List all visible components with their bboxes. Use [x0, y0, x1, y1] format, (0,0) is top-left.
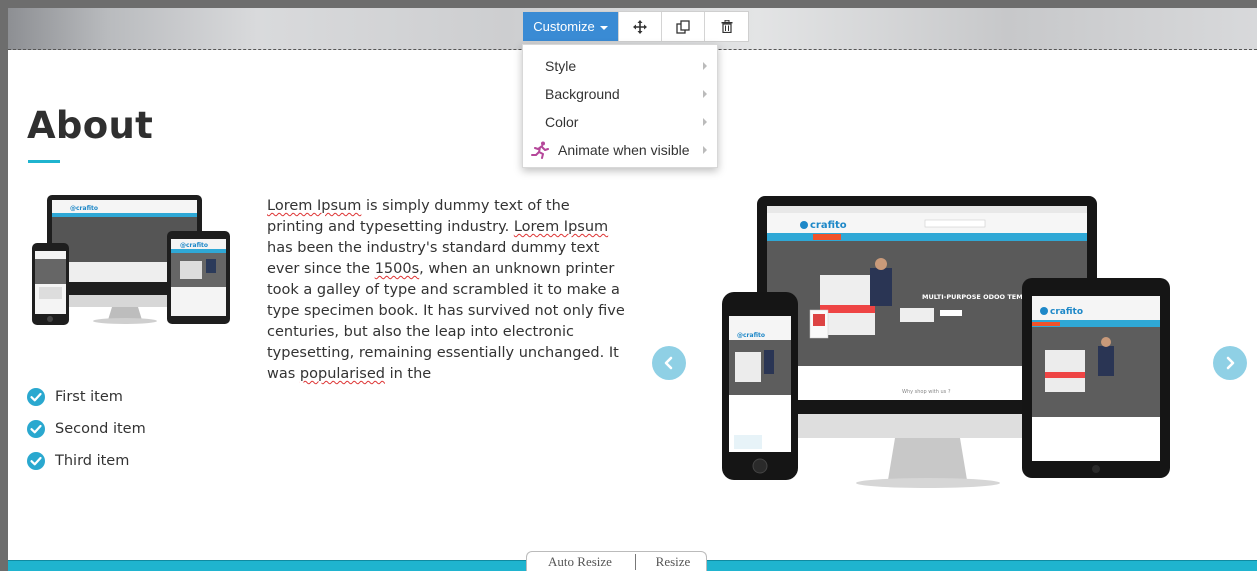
caret-down-icon — [599, 25, 608, 30]
svg-text:crafito: crafito — [1050, 307, 1083, 317]
about-paragraph: Lorem Ipsum is simply dummy text of the … — [267, 196, 627, 385]
list-item: First item — [27, 381, 146, 413]
submenu-arrow-icon — [703, 90, 707, 98]
svg-text:@crafito: @crafito — [70, 205, 98, 212]
spellcheck-word: Lorem Ipsum — [513, 219, 609, 235]
trash-icon — [721, 20, 732, 33]
customize-label: Customize — [533, 19, 595, 34]
menu-item-label: Animate when visible — [558, 142, 690, 158]
list-item-label: First item — [55, 389, 123, 405]
menu-item-style[interactable]: Style — [523, 52, 717, 80]
carousel-brand: crafito — [810, 220, 847, 231]
auto-resize-button[interactable]: Auto Resize — [527, 554, 633, 570]
chevron-right-icon — [1226, 356, 1235, 370]
menu-item-animate[interactable]: Animate when visible — [523, 136, 717, 164]
svg-text:@crafito: @crafito — [737, 332, 765, 339]
page-title: About — [27, 104, 154, 147]
spellcheck-word: popularised — [299, 366, 385, 382]
submenu-arrow-icon — [703, 146, 707, 154]
menu-item-label: Color — [545, 114, 579, 130]
carousel-prev-button[interactable] — [652, 346, 686, 380]
move-icon — [633, 19, 647, 34]
resize-button[interactable]: Resize — [643, 554, 703, 570]
paragraph-text: in the — [384, 366, 432, 382]
running-figure-icon — [531, 141, 549, 159]
menu-item-color[interactable]: Color — [523, 108, 717, 136]
svg-text:@crafito: @crafito — [180, 242, 208, 249]
submenu-arrow-icon — [703, 62, 707, 70]
paragraph-text: , when an unknown printer took a galley … — [267, 261, 625, 382]
submenu-arrow-icon — [703, 118, 707, 126]
carousel-next-button[interactable] — [1213, 346, 1247, 380]
menu-item-label: Style — [545, 58, 577, 74]
responsive-devices-thumbnail: @crafito @crafito — [32, 195, 230, 325]
feature-list: First item Second item Third item — [27, 381, 146, 477]
list-item-label: Second item — [55, 421, 146, 437]
duplicate-icon — [676, 19, 690, 34]
resize-divider[interactable] — [635, 553, 643, 570]
move-button[interactable] — [619, 12, 662, 41]
check-circle-icon — [27, 452, 45, 470]
carousel-hero-text: MULTI-PURPOSE ODOO TEMP — [922, 293, 1028, 301]
menu-item-background[interactable]: Background — [523, 80, 717, 108]
menu-item-label: Background — [545, 86, 620, 102]
check-circle-icon — [27, 420, 45, 438]
delete-button[interactable] — [705, 12, 748, 41]
snippet-toolbar: Customize — [522, 11, 749, 42]
check-circle-icon — [27, 388, 45, 406]
duplicate-button[interactable] — [662, 12, 705, 41]
chevron-left-icon — [664, 356, 673, 370]
spellcheck-word: Lorem Ipsum — [267, 198, 362, 214]
carousel-slide-image: crafito MULTI-PURPOSE ODOO TEMP Why shop… — [722, 196, 1170, 488]
list-item: Second item — [27, 413, 146, 445]
customize-button[interactable]: Customize — [523, 12, 619, 41]
customize-dropdown: Style Background Color Animate when visi… — [522, 44, 718, 168]
title-underline — [28, 160, 60, 163]
resize-handle: Auto Resize Resize — [526, 551, 707, 571]
spellcheck-word: 1500s — [374, 261, 420, 277]
list-item-label: Third item — [55, 453, 130, 469]
carousel-footer-text: Why shop with us ? — [902, 389, 951, 395]
list-item: Third item — [27, 445, 146, 477]
